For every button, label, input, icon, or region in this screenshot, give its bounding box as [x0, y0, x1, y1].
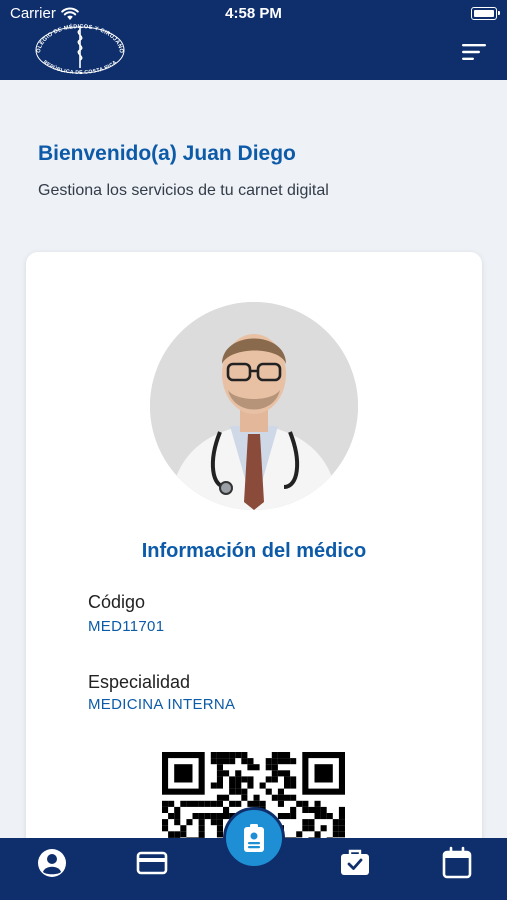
info-title: Información del médico — [141, 540, 367, 562]
code-value: MED11701 — [88, 618, 165, 635]
specialty-value: MEDICINA INTERNA — [88, 696, 236, 713]
menu-button[interactable] — [461, 42, 487, 62]
doctor-avatar-illustration — [150, 302, 358, 510]
calendar-icon[interactable] — [440, 846, 474, 880]
badge-icon — [244, 824, 264, 852]
svg-text:COLEGIO DE MÉDICOS Y CIRUJANOS: COLEGIO DE MÉDICOS Y CIRUJANOS — [28, 18, 124, 54]
welcome-title: Bienvenido(a) Juan Diego — [38, 142, 296, 165]
logo-text-top: COLEGIO DE MÉDICOS Y CIRUJANOS — [28, 18, 124, 54]
digital-id-button[interactable] — [223, 807, 285, 869]
briefcase-check-icon[interactable] — [338, 846, 372, 880]
app-header: Carrier 4:58 PM COLEGIO DE MÉDICOS Y CIR… — [0, 0, 507, 80]
welcome-subtitle: Gestiona los servicios de tu carnet digi… — [38, 182, 329, 199]
doctor-photo — [150, 302, 358, 510]
battery-icon — [471, 7, 500, 20]
colegio-medicos-logo: COLEGIO DE MÉDICOS Y CIRUJANOS REPÚBLICA… — [28, 18, 125, 74]
credit-card-icon[interactable] — [135, 846, 169, 880]
code-label: Código — [88, 592, 146, 612]
doctor-card: Información del médico Código MED11701 E… — [26, 252, 482, 872]
specialty-label: Especialidad — [88, 672, 191, 692]
profile-icon[interactable] — [35, 846, 69, 880]
